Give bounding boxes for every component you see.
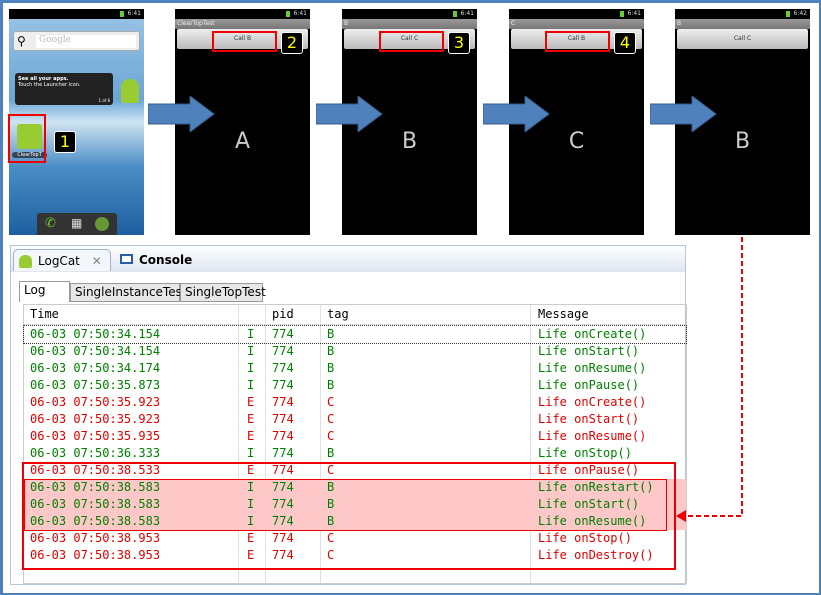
dashed-connector bbox=[676, 237, 743, 522]
arrow-head-icon bbox=[676, 510, 686, 522]
